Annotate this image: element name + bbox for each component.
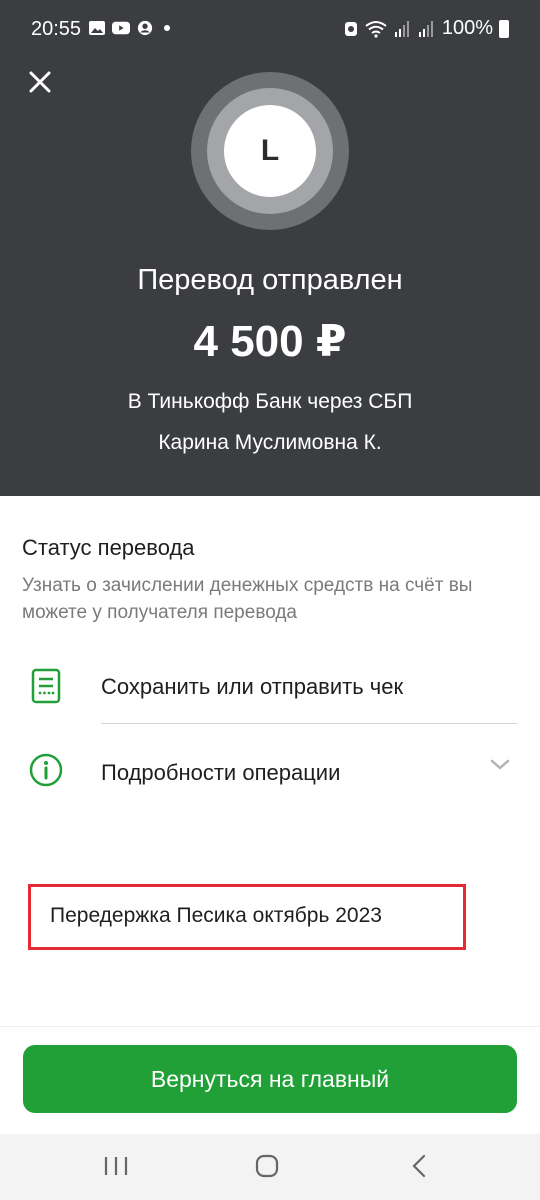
wifi-icon [365, 20, 387, 38]
avatar-letter: L [224, 105, 316, 197]
system-nav-bar [0, 1134, 540, 1200]
status-time: 20:55 [31, 18, 82, 40]
notification-icons [88, 20, 170, 36]
transfer-comment: Передержка Песика октябрь 2023 [50, 904, 382, 927]
back-icon[interactable] [399, 1150, 439, 1182]
account-icon [137, 20, 153, 36]
operation-details-label: Подробности операции [101, 760, 341, 785]
close-icon[interactable] [24, 66, 56, 98]
recent-apps-icon[interactable] [96, 1150, 136, 1182]
status-title: Статус перевода [22, 535, 195, 560]
header-panel: 20:55 100% L Перевод отправлен 4 500 ₽ В… [0, 0, 540, 496]
more-notifications-dot [164, 25, 170, 31]
status-description: Узнать о зачислении денежных средств на … [22, 575, 473, 623]
bank-line: В Тинькофф Банк через СБП [127, 390, 413, 413]
battery-level: 100% [441, 17, 493, 39]
info-icon [29, 753, 63, 787]
signal-icon [394, 20, 409, 37]
save-receipt-label: Сохранить или отправить чек [101, 674, 404, 699]
alarm-icon [344, 21, 357, 36]
operation-details-row[interactable]: Подробности операции [0, 730, 540, 810]
chevron-down-icon[interactable] [488, 757, 512, 773]
receipt-icon [31, 668, 61, 704]
go-home-button[interactable]: Вернуться на главный [23, 1045, 517, 1113]
recipient-avatar: L [191, 72, 349, 230]
system-icons: 100% [344, 17, 509, 40]
save-receipt-row[interactable]: Сохранить или отправить чек [0, 646, 540, 726]
signal-icon-2 [418, 20, 433, 37]
status-bar: 20:55 100% [0, 0, 540, 58]
recipient-name: Карина Муслимовна К. [158, 431, 382, 454]
divider [101, 723, 517, 724]
page-title: Перевод отправлен [137, 264, 403, 296]
youtube-icon [112, 21, 130, 35]
comment-highlight: Передержка Песика октябрь 2023 [28, 884, 466, 950]
gallery-icon [89, 21, 105, 35]
transfer-amount: 4 500 ₽ [193, 317, 347, 366]
home-icon[interactable] [247, 1150, 287, 1182]
battery-icon [499, 19, 509, 38]
